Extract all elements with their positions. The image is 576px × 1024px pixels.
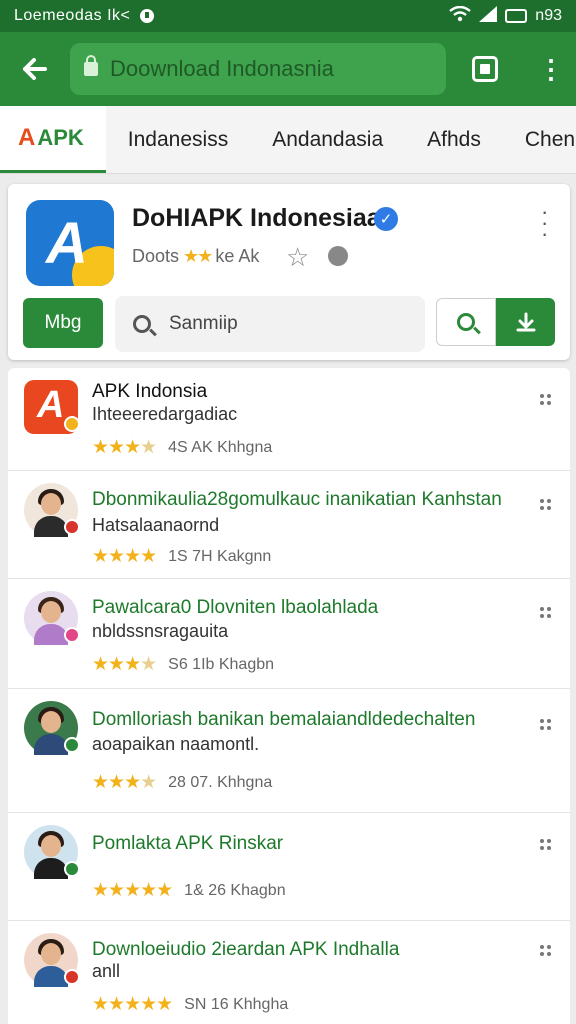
item-desc: anll <box>92 961 121 981</box>
item-meta: SN 16 Khhgha <box>184 995 289 1013</box>
item-rating: ★★★★ 1S 7H Kakgnn <box>92 545 271 568</box>
avatar <box>24 933 80 987</box>
back-arrow-icon[interactable] <box>0 32 70 106</box>
rating-stars: ★★★★ <box>92 654 157 675</box>
wifi-icon <box>449 5 472 27</box>
rating-stars: ★★★★★ <box>92 994 173 1015</box>
item-meta: 1S 7H Kakgnn <box>168 547 272 565</box>
notification-icon <box>140 9 155 23</box>
item-meta: 4S AK Khhgna <box>168 438 273 456</box>
item-desc: Hatsalaanaornd <box>92 515 220 535</box>
url-bar[interactable]: Doownload Indonasnia <box>70 43 446 95</box>
download-button[interactable] <box>496 298 555 346</box>
list-item[interactable]: A APK Indonsia Ihteeeredargadiac ★★★★ 4S… <box>8 368 570 471</box>
tab-item[interactable]: Chen <box>503 106 576 173</box>
item-title: Pomlakta APK Rinskar <box>92 833 284 854</box>
globe-icon[interactable] <box>328 246 348 266</box>
item-desc: Ihteeeredargadiac <box>92 404 238 424</box>
item-title: Pawalcara0 Dlovniten lbaolahlada <box>92 597 379 618</box>
item-rating: ★★★★ 4S AK Khhgna <box>92 436 272 459</box>
avatar <box>24 825 80 879</box>
drag-handle-icon[interactable] <box>540 499 552 511</box>
drag-handle-icon[interactable] <box>540 719 552 731</box>
status-bar: Loemeodas Ik< n93 <box>0 0 576 32</box>
browser-toolbar: Doownload Indonasnia ⋮ <box>0 32 576 106</box>
app-subtitle: Doots ★★ ke Ak <box>132 246 259 267</box>
app-list: A APK Indonsia Ihteeeredargadiac ★★★★ 4S… <box>8 368 570 1024</box>
search-icon <box>457 313 475 331</box>
item-meta: 28 07. Khhgna <box>168 773 273 791</box>
rating-stars: ★★★★ <box>92 437 157 458</box>
list-item[interactable]: Dbonmikaulia28gomulkauc inanikatian Kanh… <box>8 471 570 579</box>
list-item[interactable]: Downloeiudio 2ieardan APK Indhalla anll … <box>8 921 570 1024</box>
item-meta: 1& 26 Khagbn <box>184 881 286 899</box>
status-time: n93 <box>535 7 562 24</box>
tab-item[interactable]: Afhds <box>405 106 503 173</box>
tab-switcher-icon[interactable] <box>472 56 498 82</box>
item-rating: ★★★★★ SN 16 Khhgha <box>92 993 288 1016</box>
rating-stars: ★★★★★ <box>92 880 173 901</box>
tab-item[interactable]: Indanesiss <box>106 106 250 173</box>
app-header-card: A DoHIAPK Indonesiaa ✓ · · · Doots ★★ ke A… <box>8 184 570 360</box>
search-icon <box>133 315 151 333</box>
more-vert-icon[interactable]: · · · <box>541 201 548 245</box>
lock-icon <box>84 55 98 76</box>
item-rating: ★★★★ S6 1Ib Khagbn <box>92 653 274 676</box>
verified-badge-icon: ✓ <box>374 207 398 231</box>
app-icon: A <box>24 380 80 434</box>
status-right: n93 <box>449 5 562 27</box>
subtitle-left: Doots <box>132 246 180 266</box>
avatar <box>24 701 80 755</box>
avatar <box>24 591 80 645</box>
search-button[interactable] <box>436 298 496 346</box>
category-tabs: A APK Indanesiss Andandasia Afhds Chen <box>0 106 576 174</box>
item-title: Domlloriash banikan bemalaiandldedechalt… <box>92 709 476 730</box>
tab-item[interactable]: Andandasia <box>250 106 405 173</box>
subtitle-right: ke Ak <box>215 246 260 266</box>
avatar <box>24 483 80 537</box>
rating-stars: ★★★★ <box>92 772 157 793</box>
battery-icon <box>505 9 528 23</box>
signal-icon <box>479 5 498 27</box>
list-item[interactable]: Pomlakta APK Rinskar ★★★★★ 1& 26 Khagbn <box>8 813 570 921</box>
drag-handle-icon[interactable] <box>540 394 552 406</box>
app-title: DoHIAPK Indonesiaa <box>132 204 381 232</box>
list-item[interactable]: Pawalcara0 Dlovniten lbaolahlada nbldssn… <box>8 579 570 689</box>
rating-stars: ★★★★ <box>92 546 157 567</box>
status-text: Loemeodas Ik< <box>14 7 131 24</box>
drag-handle-icon[interactable] <box>540 839 552 851</box>
tab-apk-home[interactable]: A APK <box>0 106 106 173</box>
search-placeholder: Sanmiip <box>169 313 238 334</box>
download-icon <box>516 312 535 332</box>
tab-logo-label: APK <box>37 124 84 150</box>
apk-logo-icon: A <box>18 123 36 151</box>
item-desc: nbldssnsragauita <box>92 621 229 641</box>
list-item[interactable]: Domlloriash banikan bemalaiandldedechalt… <box>8 689 570 813</box>
item-title: APK Indonsia <box>92 381 208 402</box>
app-logo-icon: A <box>26 200 114 286</box>
item-rating: ★★★★★ 1& 26 Khagbn <box>92 879 286 902</box>
url-text: Doownload Indonasnia <box>110 56 334 81</box>
item-title: Downloeiudio 2ieardan APK Indhalla <box>92 939 400 960</box>
star-outline-icon[interactable]: ☆ <box>286 242 309 273</box>
item-title: Dbonmikaulia28gomulkauc inanikatian Kanh… <box>92 489 502 510</box>
map-button[interactable]: Mbg <box>23 298 103 348</box>
item-desc: aoapaikan naamontl. <box>92 734 260 754</box>
drag-handle-icon[interactable] <box>540 607 552 619</box>
drag-handle-icon[interactable] <box>540 945 552 957</box>
item-rating: ★★★★ 28 07. Khhgna <box>92 771 272 794</box>
item-meta: S6 1Ib Khagbn <box>168 655 275 673</box>
more-vert-icon[interactable]: ⋮ <box>538 56 564 82</box>
search-input[interactable]: Sanmiip <box>115 296 425 352</box>
rating-stars: ★★ <box>183 246 213 266</box>
